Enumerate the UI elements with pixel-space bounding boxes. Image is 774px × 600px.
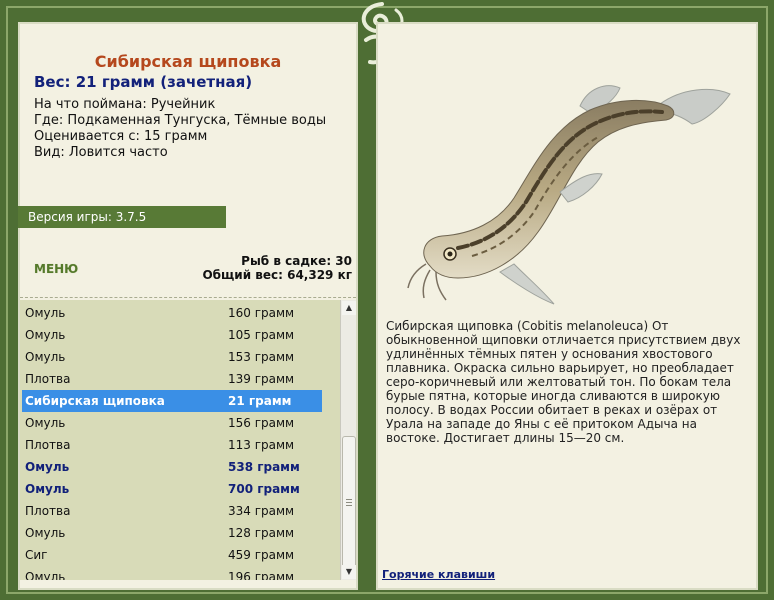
catch-fish-weight: 113 грамм — [228, 438, 295, 452]
catch-info-panel: Сибирская щиповка Вес: 21 грамм (зачетна… — [18, 22, 358, 590]
rating-info: Оценивается с: 15 грамм — [34, 129, 208, 144]
catch-fish-weight: 538 грамм — [228, 460, 300, 474]
fish-count: Рыб в садке: 30 — [241, 254, 352, 268]
catch-fish-weight: 334 грамм — [228, 504, 295, 518]
catch-list-item[interactable]: Омуль 105 грамм — [22, 324, 322, 346]
kind-info: Вид: Ловится часто — [34, 145, 168, 160]
catch-fish-name: Омуль — [25, 570, 66, 580]
catch-list-item[interactable]: Омуль 156 грамм — [22, 412, 322, 434]
grip-line — [346, 505, 352, 506]
keepnet-stats: Рыб в садке: 30 Общий вес: 64,329 кг — [202, 254, 352, 282]
catch-list-item[interactable]: Сиг 459 грамм — [22, 544, 322, 566]
scroll-thumb[interactable] — [342, 436, 356, 572]
catch-fish-weight: 105 грамм — [228, 328, 295, 342]
catch-fish-name: Плотва — [25, 372, 71, 386]
catch-list-item[interactable]: Омуль 128 грамм — [22, 522, 322, 544]
catch-fish-name: Плотва — [25, 504, 71, 518]
catch-fish-name: Омуль — [25, 460, 70, 474]
catch-fish-name: Омуль — [25, 328, 66, 342]
catch-fish-name: Омуль — [25, 306, 66, 320]
scroll-down-icon[interactable]: ▼ — [342, 565, 356, 579]
catch-list-item[interactable]: Плотва 334 грамм — [22, 500, 322, 522]
hotkeys-link[interactable]: Горячие клавиши — [382, 568, 495, 581]
catch-fish-weight: 196 грамм — [228, 570, 295, 580]
fish-detail-panel: Сибирская щиповка (Cobitis melanoleuca) … — [376, 22, 758, 590]
fish-weight: Вес: 21 грамм (зачетная) — [34, 73, 253, 91]
catch-fish-name: Омуль — [25, 416, 66, 430]
catch-fish-name: Сибирская щиповка — [25, 394, 165, 408]
game-version-bar: Версия игры: 3.7.5 — [18, 206, 226, 228]
dashed-divider — [20, 297, 356, 298]
catch-fish-name: Омуль — [25, 526, 66, 540]
catch-fish-weight: 156 грамм — [228, 416, 295, 430]
catch-list[interactable]: Омуль 160 грамм Омуль 105 грамм Омуль 153 гра… — [20, 300, 340, 580]
scroll-up-icon[interactable]: ▲ — [342, 301, 356, 315]
catch-fish-name: Омуль — [25, 482, 70, 496]
grip-line — [346, 499, 352, 500]
fish-name-title: Сибирская щиповка — [94, 52, 282, 71]
menu-button[interactable]: меню — [34, 262, 78, 276]
catch-fish-weight: 153 грамм — [228, 350, 295, 364]
location-info: Где: Подкаменная Тунгуска, Тёмные воды — [34, 113, 327, 128]
fish-description: Сибирская щиповка (Cobitis melanoleuca) … — [386, 319, 741, 445]
catch-fish-weight: 21 грамм — [228, 394, 292, 408]
grip-line — [346, 502, 352, 503]
catch-fish-name: Сиг — [25, 548, 48, 562]
catch-list-item[interactable]: Плотва 113 грамм — [22, 434, 322, 456]
catch-list-item[interactable]: Омуль 160 грамм — [22, 302, 322, 324]
catch-list-scrollbar[interactable]: ▲ ▼ — [340, 300, 356, 580]
catch-list-item[interactable]: Плотва 139 грамм — [22, 368, 322, 390]
total-weight: Общий вес: 64,329 кг — [202, 268, 352, 282]
catch-list-item[interactable]: Сибирская щиповка 21 грамм — [22, 390, 322, 412]
bait-info: На что поймана: Ручейник — [34, 97, 216, 112]
loach-fish-image — [407, 85, 731, 305]
catch-fish-weight: 139 грамм — [228, 372, 295, 386]
catch-fish-weight: 128 грамм — [228, 526, 295, 540]
catch-fish-name: Плотва — [25, 438, 71, 452]
catch-fish-weight: 700 грамм — [228, 482, 300, 496]
catch-fish-weight: 459 грамм — [228, 548, 295, 562]
catch-fish-name: Омуль — [25, 350, 66, 364]
catch-list-item[interactable]: Омуль 196 грамм — [22, 566, 322, 580]
catch-list-item[interactable]: Омуль 153 грамм — [22, 346, 322, 368]
catch-fish-weight: 160 грамм — [228, 306, 295, 320]
catch-list-item[interactable]: Омуль 538 грамм — [22, 456, 322, 478]
catch-list-item[interactable]: Омуль 700 грамм — [22, 478, 322, 500]
